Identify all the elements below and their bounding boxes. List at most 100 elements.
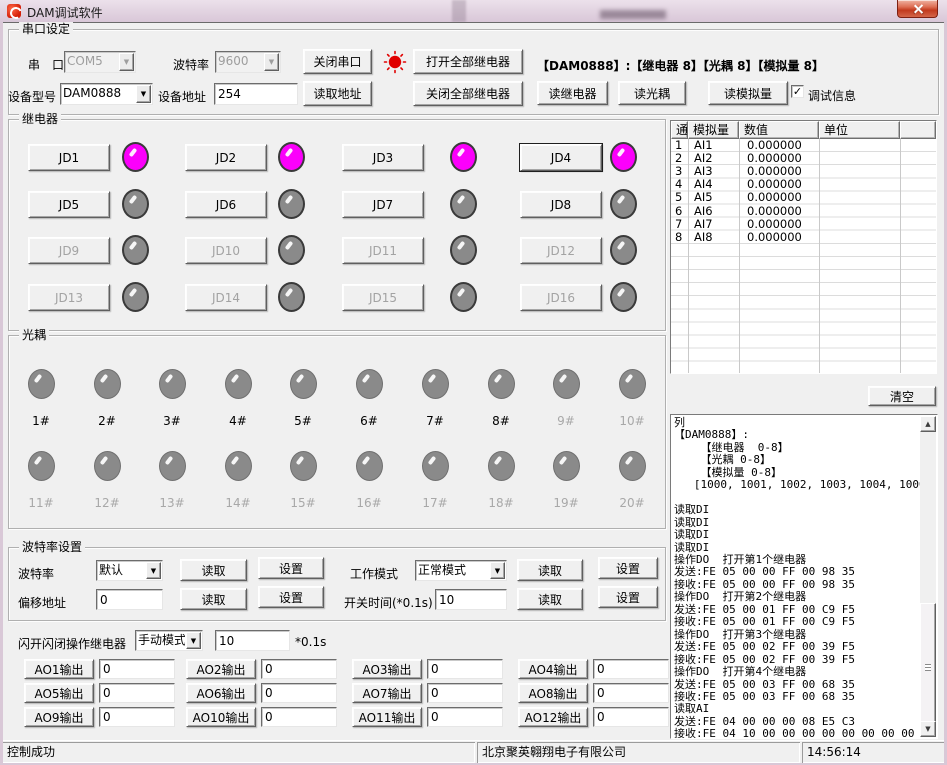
relay-jd6-button[interactable]: JD6 [185,191,267,218]
ao9-output-button[interactable]: AO9输出 [24,707,94,727]
titlebar[interactable]: DAM调试软件 [0,0,947,22]
relay-jd4-button[interactable]: JD4 [520,144,602,171]
clear-log-button[interactable]: 清空 [868,386,936,406]
ao11-output-button[interactable]: AO11输出 [352,707,422,727]
model-combo[interactable]: DAM0888 ▼ [60,83,153,105]
relay-jd2-button[interactable]: JD2 [185,144,267,171]
close-button[interactable] [897,0,938,18]
log-scrollbar[interactable]: ▲ ▼ [920,416,936,737]
ao11-value-input[interactable] [427,707,503,727]
relay-jd10-button[interactable]: JD10 [185,237,267,264]
ao12-output-button[interactable]: AO12输出 [518,707,588,727]
ao7-value-input[interactable] [427,683,503,703]
ao10-output-button[interactable]: AO10输出 [186,707,256,727]
opto-20-label: 20# [610,496,654,510]
relay-jd14-button[interactable]: JD14 [185,284,267,311]
opto-5-label: 5# [281,414,325,428]
work-mode-set-button[interactable]: 设置 [598,557,658,579]
switch-time-input[interactable] [435,589,507,610]
ao2-output-button[interactable]: AO2输出 [186,659,256,679]
ao7-output-button[interactable]: AO7输出 [352,683,422,703]
baudrate-read-button[interactable]: 读取 [180,559,247,581]
relay-jd12-button[interactable]: JD12 [520,237,602,264]
ao3-output-button[interactable]: AO3输出 [352,659,422,679]
close-port-button[interactable]: 关闭串口 [303,49,372,74]
ao9-value-input[interactable] [99,707,175,727]
relay-jd8-button[interactable]: JD8 [520,191,602,218]
ao12-value-input[interactable] [593,707,669,727]
ao-unit: AO2输出 [186,659,346,679]
ao-unit: AO8输出 [518,683,678,703]
table-row[interactable]: 8AI80.000000 [671,231,936,244]
flash-time-input[interactable] [215,630,290,651]
relay-unit: JD1 [28,142,168,173]
offset-read-button[interactable]: 读取 [180,588,247,610]
baudrate-combo[interactable]: 默认 ▼ [96,560,163,581]
relay-jd1-button[interactable]: JD1 [28,144,110,171]
ao6-value-input[interactable] [261,683,337,703]
ao2-value-input[interactable] [261,659,337,679]
ao6-output-button[interactable]: AO6输出 [186,683,256,703]
relay-jd15-button[interactable]: JD15 [342,284,424,311]
close-all-relays-button[interactable]: 关闭全部继电器 [413,81,523,106]
scroll-up-icon[interactable]: ▲ [920,416,936,432]
baudrate-set-button[interactable]: 设置 [258,557,324,579]
relay-jd3-button[interactable]: JD3 [342,144,424,171]
read-opto-button[interactable]: 读光耦 [618,81,686,105]
relay-unit: JD4 [520,142,660,173]
switch-time-read-button[interactable]: 读取 [517,588,583,610]
col-header-blank[interactable] [900,121,936,139]
table-row[interactable]: 4AI40.000000 [671,178,936,191]
read-relay-button[interactable]: 读继电器 [537,81,608,105]
baud-combo[interactable]: 9600 ▼ [215,51,281,73]
col-header-channel[interactable]: 通 [671,121,688,139]
ao1-value-input[interactable] [99,659,175,679]
table-row[interactable]: 6AI60.000000 [671,205,936,218]
ao4-value-input[interactable] [593,659,669,679]
work-mode-combo[interactable]: 正常模式 ▼ [415,560,507,581]
relay-jd5-button[interactable]: JD5 [28,191,110,218]
relay-unit: JD14 [185,282,325,313]
table-row[interactable]: 7AI70.000000 [671,218,936,231]
port-combo[interactable]: COM5 ▼ [64,51,136,73]
table-row[interactable]: 3AI30.000000 [671,165,936,178]
ao5-output-button[interactable]: AO5输出 [24,683,94,703]
relay-jd11-button[interactable]: JD11 [342,237,424,264]
addr-input[interactable] [214,83,298,105]
debug-info-checkbox[interactable]: ✓ [791,85,804,98]
table-row[interactable]: 5AI50.000000 [671,191,936,204]
scroll-down-icon[interactable]: ▼ [920,721,936,737]
opto-unit: 18# [479,451,523,510]
ao3-value-input[interactable] [427,659,503,679]
read-analog-button[interactable]: 读模拟量 [708,81,788,105]
opto-19-led [553,451,580,481]
flash-mode-combo[interactable]: 手动模式 ▼ [135,630,203,651]
relay-jd1-led [122,142,149,172]
offset-addr-input[interactable] [96,589,163,610]
relay-jd7-button[interactable]: JD7 [342,191,424,218]
relay-unit: JD7 [342,189,482,220]
ao10-value-input[interactable] [261,707,337,727]
table-row[interactable]: 2AI20.000000 [671,152,936,165]
switch-time-set-button[interactable]: 设置 [598,586,658,608]
col-header-value[interactable]: 数值 [739,121,819,139]
ao1-output-button[interactable]: AO1输出 [24,659,94,679]
status-message: 控制成功 [2,742,475,763]
ao5-value-input[interactable] [99,683,175,703]
relay-jd16-button[interactable]: JD16 [520,284,602,311]
open-all-relays-button[interactable]: 打开全部继电器 [413,49,523,74]
col-header-analog[interactable]: 模拟量 [688,121,739,139]
scrollbar-thumb[interactable] [920,603,936,734]
read-addr-button[interactable]: 读取地址 [303,81,372,106]
relay-jd13-button[interactable]: JD13 [28,284,110,311]
offset-set-button[interactable]: 设置 [258,586,324,608]
ao8-output-button[interactable]: AO8输出 [518,683,588,703]
ao4-output-button[interactable]: AO4输出 [518,659,588,679]
col-header-unit[interactable]: 单位 [819,121,900,139]
table-row[interactable]: 1AI10.000000 [671,139,936,152]
relay-jd9-button[interactable]: JD9 [28,237,110,264]
log-box[interactable]: 列 【DAM0888】: 【继电器 0-8】 【光耦 0-8】 【模拟量 0-8… [670,414,938,739]
relay-jd5-led [122,189,149,219]
ao8-value-input[interactable] [593,683,669,703]
work-mode-read-button[interactable]: 读取 [517,559,583,581]
